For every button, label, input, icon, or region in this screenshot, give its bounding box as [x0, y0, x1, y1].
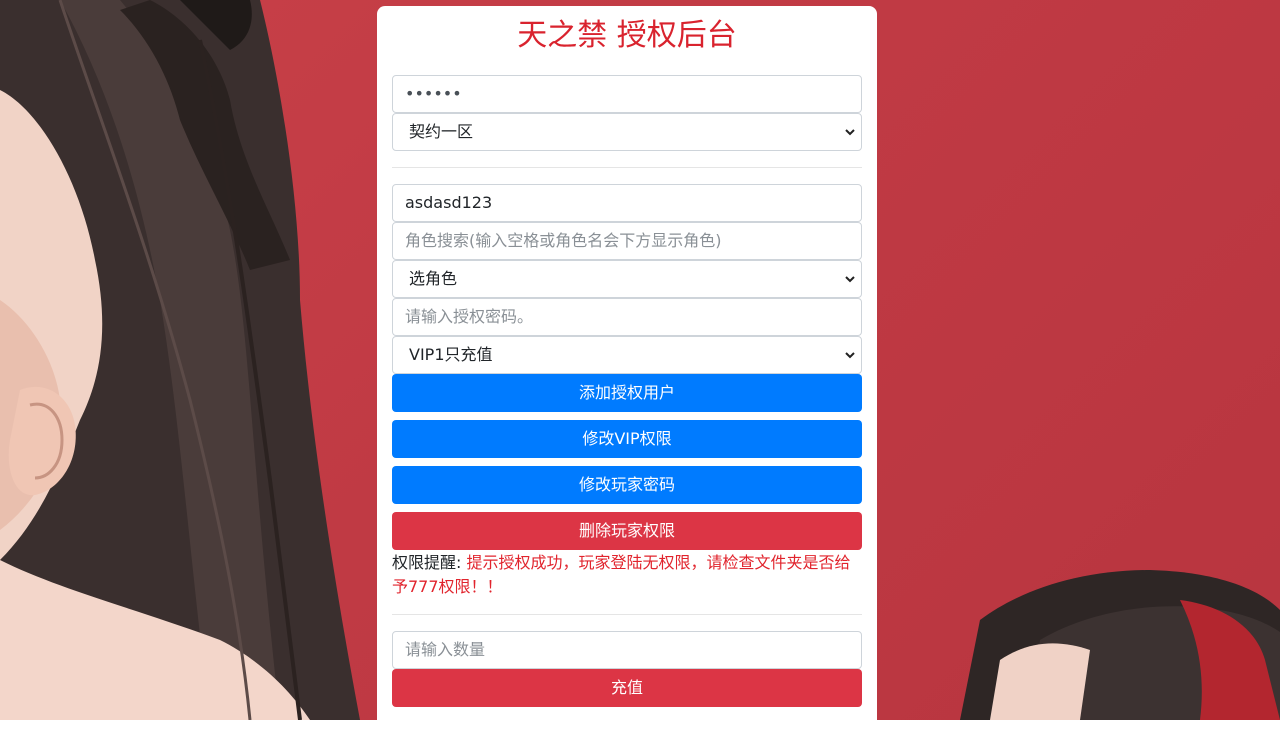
server-select-value: 契约一区	[409, 122, 474, 141]
notice-message: 提示授权成功，玩家登陆无权限，请检查文件夹是否给予777权限！！	[392, 553, 851, 596]
section-divider	[392, 167, 862, 168]
server-select[interactable]: 契约一区	[392, 113, 862, 151]
recharge-button[interactable]: 充值	[392, 669, 862, 707]
role-select[interactable]: 选角色	[392, 260, 862, 298]
chevron-down-icon	[845, 276, 855, 283]
password-field[interactable]: ••••••	[392, 75, 862, 113]
vip-select[interactable]: VIP1只充值	[392, 336, 862, 374]
section-divider	[392, 614, 862, 615]
delete-permission-button[interactable]: 删除玩家权限	[392, 512, 862, 550]
chevron-down-icon	[845, 352, 855, 359]
page-title: 天之禁 授权后台	[517, 18, 737, 53]
notice-label: 权限提醒:	[392, 553, 462, 572]
add-user-button[interactable]: 添加授权用户	[392, 374, 862, 412]
modify-vip-button[interactable]: 修改VIP权限	[392, 420, 862, 458]
amount-input[interactable]: 请输入数量	[392, 631, 862, 669]
vip-select-value: VIP1只充值	[409, 345, 493, 364]
chevron-down-icon	[845, 129, 855, 136]
permission-notice: 权限提醒: 提示授权成功，玩家登陆无权限，请检查文件夹是否给予777权限！！	[392, 551, 862, 599]
role-select-value: 选角色	[409, 269, 458, 288]
modify-password-button[interactable]: 修改玩家密码	[392, 466, 862, 504]
auth-password-input[interactable]: 请输入授权密码。	[392, 298, 862, 336]
account-field[interactable]: asdasd123	[392, 184, 862, 222]
role-search-input[interactable]: 角色搜索(输入空格或角色名会下方显示角色)	[392, 222, 862, 260]
admin-panel: 天之禁 授权后台 •••••• 契约一区 asdasd123 角色搜索(输入空格…	[377, 6, 877, 736]
